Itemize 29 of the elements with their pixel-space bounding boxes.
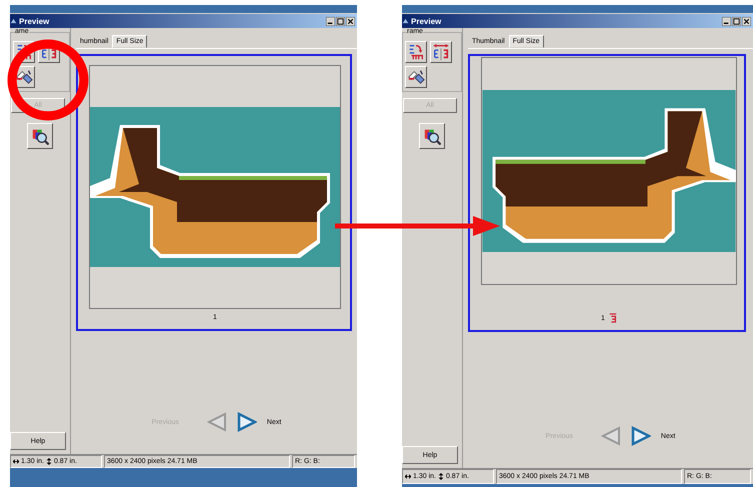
app-icon: [402, 17, 409, 25]
height-arrow-icon: [46, 458, 52, 465]
tool-button[interactable]: [430, 41, 452, 63]
height-arrow-icon: [438, 473, 444, 480]
magnifier-icon: [31, 127, 49, 145]
maximize-button[interactable]: [732, 16, 741, 26]
right-arrow-icon[interactable]: [236, 412, 257, 432]
close-button[interactable]: [346, 16, 355, 26]
window-title: Preview: [19, 16, 50, 26]
zoom-button[interactable]: [419, 123, 445, 149]
tool-button[interactable]: [405, 41, 427, 63]
width-arrow-icon: [13, 458, 19, 465]
paint-icon: [407, 68, 425, 86]
zoom-button[interactable]: [27, 123, 53, 149]
window-title: Preview: [411, 16, 442, 26]
mirror-marker-icon: [608, 313, 617, 323]
width-arrow-icon: [405, 473, 411, 480]
rotate-icon: [407, 43, 425, 61]
right-arrow-icon[interactable]: [630, 426, 651, 446]
magnifier-icon: [423, 127, 441, 145]
minimize-button[interactable]: [326, 16, 335, 26]
mirror-icon: [432, 43, 450, 61]
app-icon: [10, 17, 17, 25]
rotate-icon: [15, 43, 33, 61]
close-button[interactable]: [742, 16, 751, 26]
paint-icon: [15, 68, 33, 86]
minimize-button[interactable]: [722, 16, 731, 26]
tool-button[interactable]: [405, 66, 427, 88]
maximize-button[interactable]: [336, 16, 345, 26]
